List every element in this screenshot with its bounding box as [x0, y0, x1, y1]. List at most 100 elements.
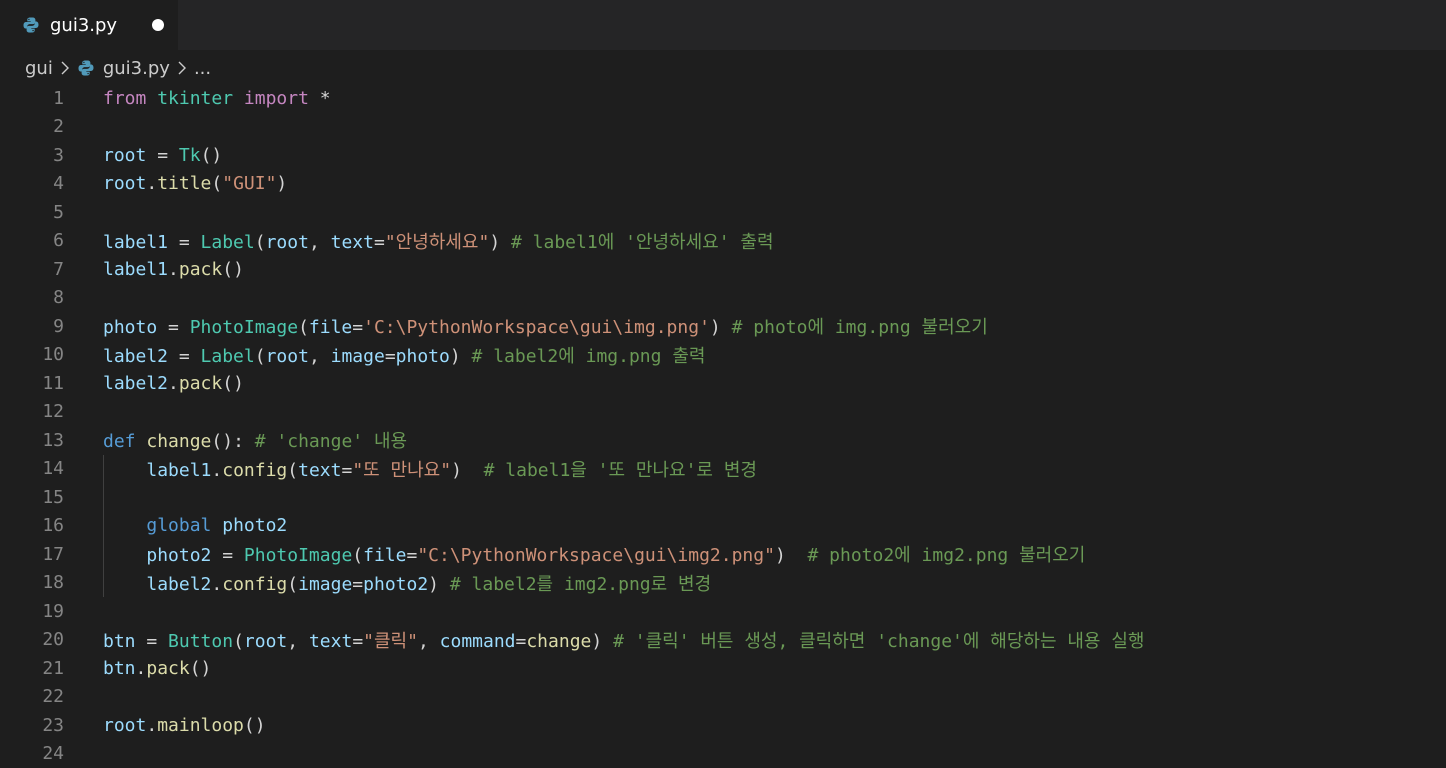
code-token: = — [157, 317, 190, 338]
code-line[interactable]: 16 global photo2 — [0, 512, 1446, 540]
code-token: PhotoImage — [243, 545, 353, 566]
code-token: root — [265, 345, 309, 367]
code-token: photo2 — [146, 545, 212, 566]
code-token: = — [515, 630, 527, 652]
code-token: 'C:\PythonWorkspace\gui\img.png' — [363, 317, 710, 338]
code-token: () — [243, 714, 266, 736]
code-token: # label1에 '안녕하세요' 출력 — [511, 231, 774, 253]
code-line[interactable]: 6 label1 = Label(root, text="안녕하세요") # la… — [0, 227, 1446, 255]
code-line[interactable]: 4 root.title("GUI") — [0, 170, 1446, 198]
code-token: label1 — [103, 258, 169, 280]
code-token: PhotoImage — [189, 317, 299, 338]
line-number: 21 — [42, 657, 64, 679]
code-line[interactable]: 7 label1.pack() — [0, 255, 1446, 283]
code-token: ( — [287, 573, 299, 595]
code-token: . — [146, 714, 158, 736]
breadcrumb-symbol[interactable]: ... — [194, 58, 211, 79]
code-token: image — [330, 345, 385, 367]
tab-gui3-py[interactable]: gui3.py — [0, 0, 178, 50]
code-text: label1 = Label(root, text="안녕하세요") # lab… — [103, 228, 774, 254]
line-number: 7 — [53, 258, 64, 280]
breadcrumb-folder[interactable]: gui — [25, 58, 53, 79]
line-number: 10 — [42, 344, 64, 365]
line-number: 1 — [53, 87, 64, 109]
code-token: # photo2에 img2.png 불러오기 — [807, 545, 1086, 566]
code-token: = — [352, 573, 364, 595]
code-token: . — [168, 372, 179, 394]
code-editor[interactable]: 1 from tkinter import * 2 3 root = Tk() 4 root… — [0, 84, 1446, 766]
code-line[interactable]: 2 — [0, 113, 1446, 141]
code-token: = — [341, 459, 353, 481]
code-line[interactable]: 12 — [0, 398, 1446, 426]
code-token: ( — [287, 459, 299, 481]
code-line[interactable]: 15 — [0, 483, 1446, 511]
code-line[interactable]: 14 label1.config(text="또 만나요") # label1을… — [0, 455, 1446, 483]
code-token: ( — [254, 345, 266, 367]
unsaved-dot-icon[interactable] — [152, 19, 164, 31]
code-token: ) — [489, 231, 511, 253]
code-line[interactable]: 18 label2.config(image=photo2) # label2를… — [0, 569, 1446, 597]
code-line[interactable]: 24 — [0, 740, 1446, 768]
code-token: from — [103, 87, 147, 109]
line-number: 11 — [42, 372, 64, 394]
code-line[interactable]: 19 — [0, 597, 1446, 625]
code-token: # label2를 img2.png로 변경 — [449, 573, 712, 595]
code-token: = — [211, 545, 244, 566]
code-token: photo2 — [222, 515, 288, 536]
code-token: "또 만나요" — [352, 459, 452, 481]
code-line[interactable]: 11 label2.pack() — [0, 369, 1446, 397]
code-line[interactable]: 1 from tkinter import * — [0, 84, 1446, 112]
code-token: # '클릭' 버튼 생성, 클릭하면 'change'에 해당하는 내용 실행 — [613, 630, 1145, 652]
code-line[interactable]: 22 — [0, 683, 1446, 711]
code-text: btn = Button(root, text="클릭", command=ch… — [103, 627, 1144, 653]
code-line[interactable]: 10 label2 = Label(root, image=photo) # la… — [0, 341, 1446, 369]
code-text: btn.pack() — [103, 658, 211, 679]
code-token: = — [384, 345, 396, 367]
code-token: ( — [352, 545, 364, 566]
code-token: pack — [146, 657, 190, 679]
code-line[interactable]: 23 root.mainloop() — [0, 711, 1446, 739]
code-line[interactable]: 8 — [0, 284, 1446, 312]
code-token: change — [526, 630, 592, 652]
code-token: # photo에 img.png 불러오기 — [731, 317, 988, 338]
line-number: 23 — [42, 714, 64, 736]
code-token: root — [103, 144, 147, 166]
code-token: text — [308, 630, 353, 652]
code-text: label2.pack() — [103, 373, 244, 394]
tab-title: gui3.py — [50, 14, 118, 36]
code-token: btn — [103, 657, 136, 679]
code-line[interactable]: 20 btn = Button(root, text="클릭", command=… — [0, 626, 1446, 654]
code-token: label1 — [103, 231, 169, 253]
code-line[interactable]: 13 def change(): # 'change' 내용 — [0, 426, 1446, 454]
code-token: = — [406, 545, 418, 566]
code-token: ) — [428, 573, 450, 595]
breadcrumb-file-label: gui3.py — [102, 57, 170, 79]
breadcrumb-file[interactable]: gui3.py — [77, 58, 170, 79]
code-line[interactable]: 21 btn.pack() — [0, 654, 1446, 682]
code-line[interactable]: 5 — [0, 198, 1446, 226]
code-line[interactable]: 3 root = Tk() — [0, 141, 1446, 169]
code-line[interactable]: 9 photo = PhotoImage(file='C:\PythonWorks… — [0, 312, 1446, 340]
code-token: # 'change' 내용 — [254, 431, 408, 452]
python-file-icon — [22, 16, 40, 34]
code-text: def change(): # 'change' 내용 — [103, 427, 407, 453]
code-token: = — [168, 345, 201, 367]
code-token: . — [211, 459, 223, 481]
code-token: (): — [211, 431, 255, 452]
code-token: btn — [103, 630, 136, 652]
code-token: ) — [774, 545, 808, 566]
code-token: pack — [178, 258, 223, 280]
code-text: label2 = Label(root, image=photo) # labe… — [103, 342, 705, 368]
code-token: root — [103, 173, 147, 194]
line-number: 14 — [42, 458, 64, 479]
code-token: Label — [200, 345, 255, 367]
code-line[interactable]: 17 photo2 = PhotoImage(file="C:\PythonWo… — [0, 540, 1446, 568]
code-token: = — [168, 231, 201, 253]
line-number: 17 — [42, 543, 64, 565]
code-token: tkinter — [157, 87, 234, 109]
